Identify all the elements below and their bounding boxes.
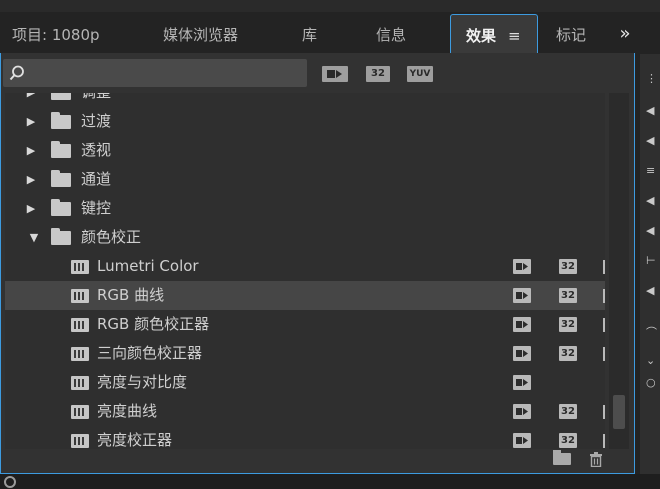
effect-item-lumetri-color[interactable]: Lumetri Color 32 [5,252,605,281]
search-input[interactable] [3,59,307,87]
folder-icon [51,141,71,158]
accelerated-effect-icon [513,346,531,361]
effect-item-rgb-curves[interactable]: RGB 曲线 32 [5,281,605,310]
32bit-badge: 32 [559,288,577,303]
folder-icon [51,112,71,129]
32bit-badge: 32 [559,317,577,332]
effect-icon [71,347,89,361]
tab-info[interactable]: 信息 [376,14,436,54]
tab-media-browser[interactable]: 媒体浏览器 [163,14,273,54]
delete-trash-icon[interactable] [588,451,604,467]
tab-project[interactable]: 项目: 1080p [12,14,142,54]
accelerated-effect-icon [513,317,531,332]
effects-panel: 32 YUV ▶ 调整 ▶ 过渡 ▶ 透视 ▶ 通道 [0,53,635,474]
tab-libraries[interactable]: 库 [302,14,342,54]
status-icon [4,476,16,488]
tool-arrow-icon[interactable]: ◀ [646,194,654,207]
collapse-arrow-icon[interactable]: ▼ [28,223,40,252]
expand-arrow-icon[interactable]: ▶ [25,136,37,165]
tool-arrow-icon[interactable]: ◀ [646,224,654,237]
yuv-badge [603,434,605,448]
expand-arrow-icon[interactable]: ▶ [25,194,37,223]
search-icon [9,65,24,81]
32bit-badge: 32 [559,404,577,419]
32bit-badge: 32 [559,346,577,361]
tabs-overflow-button[interactable]: » [610,14,640,54]
accelerated-effects-filter-icon[interactable] [322,66,348,82]
effect-icon [71,376,89,390]
status-footer [0,474,660,489]
accelerated-effect-icon [513,259,531,274]
32bit-badge: 32 [559,433,577,448]
effect-icon [71,318,89,332]
accelerated-effect-icon [513,433,531,448]
folder-keying[interactable]: ▶ 键控 [5,194,605,223]
yuv-badge [603,405,605,419]
accelerated-effect-icon [513,375,531,390]
yuv-badge [603,260,605,274]
window-top-strip [0,0,660,12]
yuv-filter-button[interactable]: YUV [407,66,433,82]
effect-icon [71,434,89,448]
expand-arrow-icon[interactable]: ▶ [25,93,37,107]
tool-icon[interactable]: ⌒ [646,324,657,340]
search-row: 32 YUV [1,59,635,89]
expand-arrow-icon[interactable]: ▶ [25,165,37,194]
vertical-scrollbar[interactable] [609,93,629,449]
yuv-badge [603,347,605,361]
effect-item-luma-curve[interactable]: 亮度曲线 32 [5,397,605,426]
effect-item-brightness-contrast[interactable]: 亮度与对比度 [5,368,605,397]
adjacent-tools-strip: ⋮ ◀ ◀ ≡ ◀ ◀ ⊢ ◀ ⌒ ⌄ ○ [640,54,660,474]
effect-icon [71,260,89,274]
yuv-badge [603,289,605,303]
effect-item-three-way-color-corrector[interactable]: 三向颜色校正器 32 [5,339,605,368]
tool-icon[interactable]: ○ [646,376,656,389]
panel-bottom-bar [1,447,635,473]
effects-tree: ▶ 调整 ▶ 过渡 ▶ 透视 ▶ 通道 ▶ 键控 [5,93,605,449]
panel-menu-icon[interactable]: ≡ [508,15,521,54]
folder-adjust[interactable]: ▶ 调整 [5,93,605,107]
tool-icon[interactable]: ⊢ [646,254,656,267]
32bit-badge: 32 [559,259,577,274]
32bit-filter-button[interactable]: 32 [366,66,390,82]
accelerated-effect-icon [513,404,531,419]
effect-item-luma-corrector[interactable]: 亮度校正器 32 [5,426,605,449]
accelerated-effect-icon [513,288,531,303]
tool-icon[interactable]: ⌄ [646,354,655,367]
folder-icon [51,199,71,216]
tool-arrow-icon[interactable]: ◀ [646,104,654,117]
effect-item-rgb-color-corrector[interactable]: RGB 颜色校正器 32 [5,310,605,339]
folder-color-correction[interactable]: ▼ 颜色校正 [5,223,605,252]
new-custom-bin-icon[interactable] [553,450,571,465]
tool-arrow-icon[interactable]: ◀ [646,284,654,297]
scrollbar-thumb[interactable] [613,395,625,429]
tool-icon[interactable]: ⋮ [646,72,657,85]
folder-icon [51,93,71,100]
expand-arrow-icon[interactable]: ▶ [25,107,37,136]
tool-arrow-icon[interactable]: ◀ [646,134,654,147]
yuv-badge [603,318,605,332]
folder-channel[interactable]: ▶ 通道 [5,165,605,194]
folder-icon [51,228,71,245]
folder-icon [51,170,71,187]
panel-tab-bar: 项目: 1080p 媒体浏览器 库 信息 效果 ≡ 标记 [0,14,640,54]
folder-perspective[interactable]: ▶ 透视 [5,136,605,165]
folder-transition[interactable]: ▶ 过渡 [5,107,605,136]
tab-effects[interactable]: 效果 ≡ [450,14,538,54]
effect-icon [71,405,89,419]
tool-icon[interactable]: ≡ [646,164,655,177]
tab-markers[interactable]: 标记 [556,14,608,54]
effect-icon [71,289,89,303]
